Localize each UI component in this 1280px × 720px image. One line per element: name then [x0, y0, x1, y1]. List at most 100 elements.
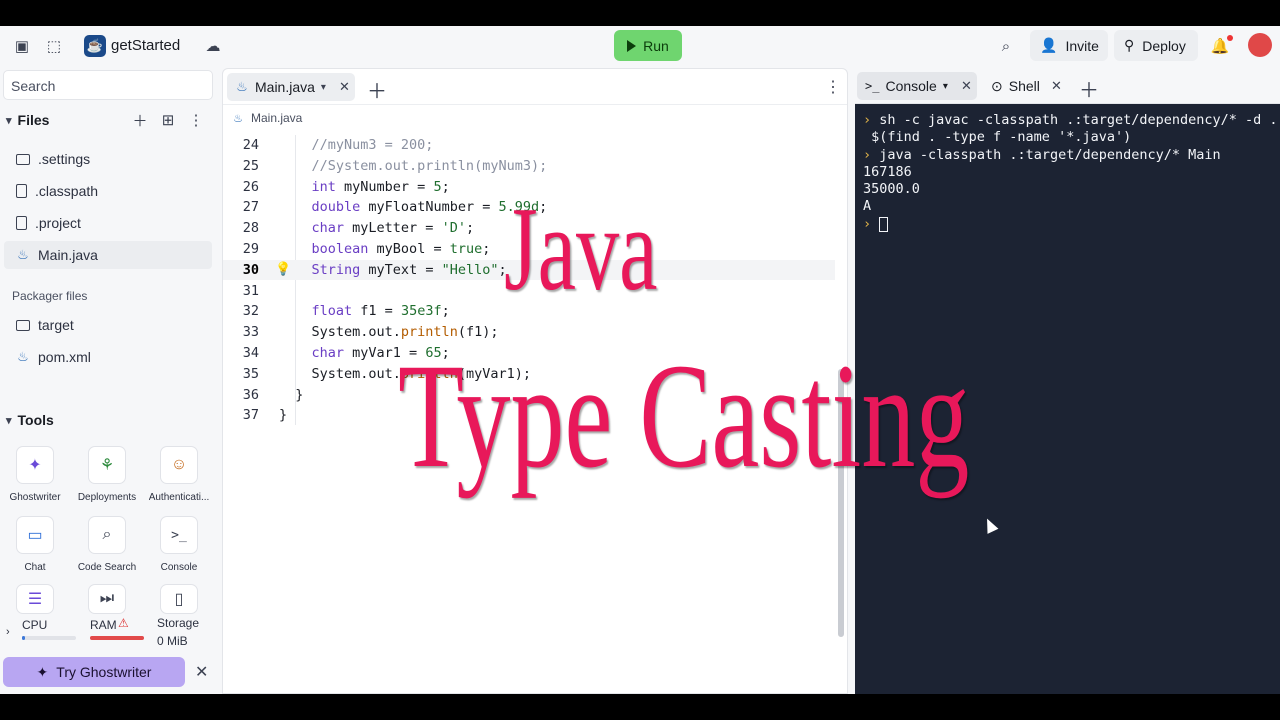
run-button-label: Run	[643, 37, 669, 54]
deploy-button[interactable]: ⚲ Deploy	[1114, 30, 1198, 61]
replit-menu-icon[interactable]: ⬚	[44, 36, 64, 56]
tool-authentication[interactable]: ☺ Authenticati...	[144, 446, 214, 503]
code-text: double myFloatNumber = 5.99d;	[311, 199, 548, 216]
chevron-down-icon: ▾	[320, 81, 326, 93]
file-name: Main.java	[38, 247, 98, 263]
resources-panel[interactable]: › CPU RAM ⚠ Storage 0 MiB	[0, 614, 216, 656]
deployments-icon: ⚘	[88, 446, 126, 484]
line-number: 27	[242, 199, 259, 216]
file-icon	[16, 184, 27, 198]
line-number: 35	[242, 365, 259, 382]
sidebar-toggle-icon[interactable]: ▣	[12, 36, 32, 56]
code-line[interactable]: 34 char myVar1 = 65;	[223, 343, 835, 363]
code-line[interactable]: 30 💡 String myText = "Hello";	[223, 259, 835, 280]
code-line[interactable]: 32 float f1 = 35e3f;	[223, 301, 835, 321]
terminal-cursor	[879, 216, 889, 232]
new-file-icon[interactable]: ＋	[130, 110, 150, 130]
play-icon	[627, 39, 637, 52]
storage-value: 0 MiB	[157, 634, 188, 648]
code-line[interactable]: 25 //System.out.println(myNum3);	[223, 156, 835, 176]
replit-workspace: ▣ ⬚ ☕ getStarted ☁ Run ⌕ 👤 Invite ⚲ Depl…	[0, 26, 1280, 694]
add-user-icon: 👤	[1040, 37, 1058, 53]
code-text: System.out.println(myVar1);	[279, 365, 531, 382]
file-item-project[interactable]: .project	[4, 209, 212, 237]
run-button[interactable]: Run	[614, 30, 682, 61]
code-line[interactable]: 36 }	[223, 385, 835, 405]
invite-button[interactable]: 👤 Invite	[1030, 30, 1108, 61]
more-options-icon[interactable]: ⋮	[186, 110, 206, 130]
storage-label: Storage	[157, 616, 200, 630]
deploy-label: Deploy	[1142, 37, 1186, 54]
tab-shell[interactable]: ⊙ Shell	[983, 72, 1079, 100]
tool-workflows[interactable]: ⏭	[72, 584, 142, 614]
more-options-icon[interactable]: ⋮	[825, 77, 841, 97]
prompt-icon: ›	[863, 147, 872, 163]
new-folder-icon[interactable]: ⊞	[158, 110, 178, 130]
code-line[interactable]: 24 //myNum3 = 200;	[223, 135, 835, 155]
tool-label: Deployments	[77, 492, 137, 503]
code-text: }	[279, 407, 288, 424]
line-number: 36	[242, 386, 259, 403]
close-icon[interactable]: ✕	[961, 78, 972, 94]
shell-icon: ⊙	[991, 77, 1003, 94]
code-line[interactable]: 28 char myLetter = 'D';	[223, 218, 835, 238]
tool-code-search[interactable]: ⌕ Code Search	[72, 516, 142, 573]
files-section-header[interactable]: ▾ Files	[6, 112, 49, 128]
prompt-icon: ›	[863, 112, 872, 128]
avatar[interactable]	[1248, 33, 1272, 57]
chevron-down-icon: ▾	[942, 80, 948, 92]
line-number: 28	[242, 220, 259, 237]
storage-icon: ▯	[160, 584, 198, 614]
tool-ghostwriter[interactable]: ✦ Ghostwriter	[0, 446, 70, 503]
code-text: boolean myBool = true;	[311, 241, 491, 257]
file-item-classpath[interactable]: .classpath	[4, 177, 212, 205]
tool-console[interactable]: >_ Console	[144, 516, 214, 573]
tool-chat[interactable]: ▭ Chat	[0, 516, 70, 573]
tool-label: Code Search	[77, 562, 137, 573]
tool-storage[interactable]: ▯	[144, 584, 214, 614]
terminal-output[interactable]: › sh -c javac -classpath .:target/depend…	[855, 104, 1280, 694]
files-title: Files	[17, 112, 50, 128]
search-input[interactable]: Search	[3, 70, 213, 100]
top-bar: ▣ ⬚ ☕ getStarted ☁ Run ⌕ 👤 Invite ⚲ Depl…	[0, 26, 1280, 66]
code-line[interactable]: 29 boolean myBool = true;	[223, 239, 835, 259]
try-ghostwriter-button[interactable]: ✦ Try Ghostwriter	[3, 657, 185, 687]
tools-section-header[interactable]: ▾ Tools	[6, 412, 54, 428]
code-line[interactable]: 31	[223, 281, 835, 301]
ram-label: RAM	[90, 618, 117, 632]
new-tab-icon[interactable]: ＋	[367, 75, 387, 104]
editor-scrollbar[interactable]	[838, 369, 844, 637]
search-icon[interactable]: ⌕	[996, 36, 1016, 56]
code-line[interactable]: 33 System.out.println(f1);	[223, 322, 835, 342]
line-number: 37	[242, 407, 259, 424]
tool-deployments[interactable]: ⚘ Deployments	[72, 446, 142, 503]
tab-console[interactable]: >_ Console ▾	[857, 72, 977, 100]
repl-language-logo: ☕	[84, 35, 106, 57]
tool-label: Chat	[24, 562, 46, 573]
repl-name[interactable]: getStarted	[111, 37, 180, 54]
close-icon[interactable]: ✕	[195, 662, 208, 682]
sidebar: Search ▾ Files ＋ ⊞ ⋮ .settings .classpat…	[0, 66, 216, 694]
file-item-pom-xml[interactable]: ♨ pom.xml	[4, 343, 212, 371]
code-line[interactable]: 35 System.out.println(myVar1);	[223, 364, 835, 384]
file-item-main-java[interactable]: ♨ Main.java	[4, 241, 212, 269]
ghostwriter-icon: ✦	[36, 663, 49, 680]
file-name: .classpath	[35, 183, 99, 199]
line-number: 31	[242, 282, 259, 299]
tab-main-java[interactable]: ♨ Main.java ▾ ✕	[227, 73, 355, 101]
code-area[interactable]: 24 //myNum3 = 200; 25 //System.out.printl…	[223, 135, 835, 693]
terminal-input-line[interactable]: ›	[863, 216, 889, 232]
code-line[interactable]: 27 double myFloatNumber = 5.99d;	[223, 197, 835, 217]
more-options-icon[interactable]: ⋮	[1273, 76, 1280, 96]
packager-files-title: Packager files	[12, 289, 88, 303]
code-line[interactable]: 37}	[223, 405, 835, 425]
close-icon[interactable]: ✕	[1051, 78, 1062, 94]
file-item-target[interactable]: target	[4, 311, 212, 339]
code-line[interactable]: 26 int myNumber = 5;	[223, 177, 835, 197]
file-item-settings[interactable]: .settings	[4, 145, 212, 173]
tool-database[interactable]: ☰	[0, 584, 70, 614]
new-tab-icon[interactable]: ＋	[1079, 74, 1099, 103]
close-icon[interactable]: ✕	[339, 79, 350, 95]
breadcrumb-file[interactable]: Main.java	[251, 111, 302, 125]
code-text: System.out.println(f1);	[279, 324, 499, 341]
